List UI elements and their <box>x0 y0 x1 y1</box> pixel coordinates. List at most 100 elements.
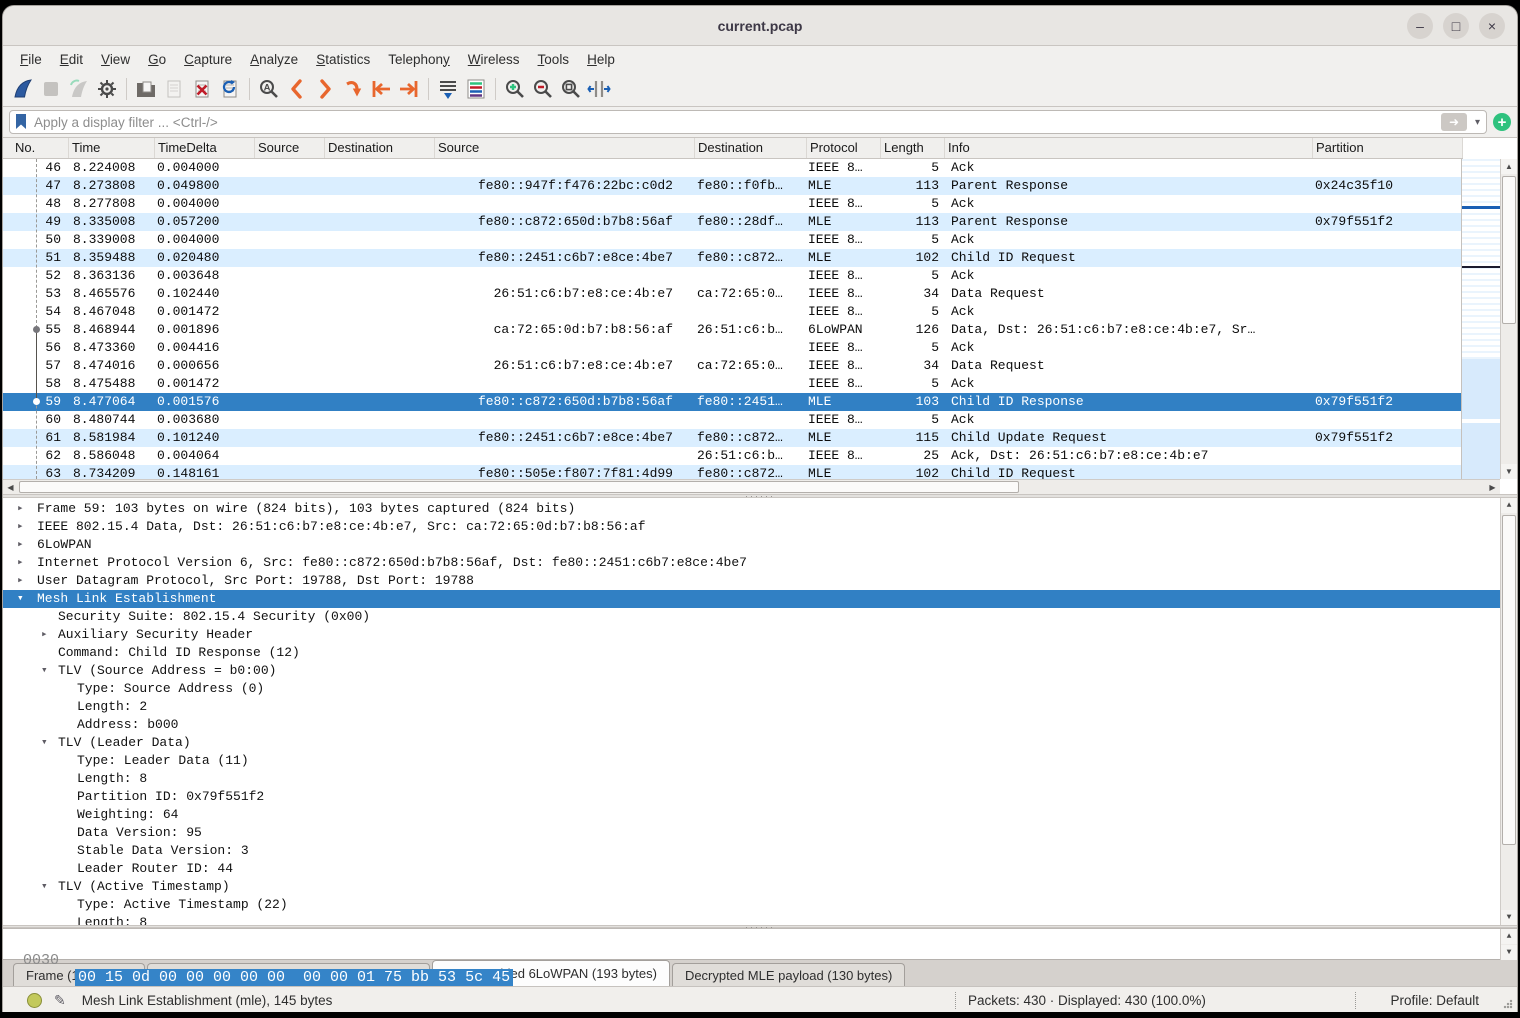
tree-row[interactable]: Weighting: 64 <box>3 806 1500 824</box>
tree-row[interactable]: Partition ID: 0x79f551f2 <box>3 788 1500 806</box>
tree-row[interactable]: ▸Internet Protocol Version 6, Src: fe80:… <box>3 554 1500 572</box>
tree-row[interactable]: ▸6LoWPAN <box>3 536 1500 554</box>
packet-row-57[interactable]: 578.4740160.00065626:51:c6:b7:e8:ce:4b:e… <box>3 357 1463 375</box>
expanded-arrow-icon[interactable]: ▾ <box>41 662 48 680</box>
menu-item-capture[interactable]: Capture <box>175 49 241 70</box>
column-header-time-1[interactable]: Time <box>69 138 155 158</box>
filter-add-button[interactable]: + <box>1493 113 1511 131</box>
menu-item-file[interactable]: File <box>11 49 51 70</box>
capture-start-button[interactable] <box>9 75 37 103</box>
tree-row[interactable]: ▾Mesh Link Establishment <box>3 590 1500 608</box>
expanded-arrow-icon[interactable]: ▾ <box>17 590 24 608</box>
expert-info-icon[interactable] <box>27 993 42 1008</box>
scroll-up-icon[interactable]: ▲ <box>1501 929 1517 944</box>
tree-row[interactable]: Security Suite: 802.15.4 Security (0x00) <box>3 608 1500 626</box>
display-filter-input[interactable] <box>34 115 1435 130</box>
packet-row-62[interactable]: 628.5860480.00406426:51:c6:b…IEEE 8…25Ac… <box>3 447 1463 465</box>
tree-row[interactable]: Type: Leader Data (11) <box>3 752 1500 770</box>
packet-row-58[interactable]: 588.4754880.001472IEEE 8…5Ack <box>3 375 1463 393</box>
file-close-button[interactable] <box>188 75 216 103</box>
scroll-right-icon[interactable]: ▶ <box>1485 480 1500 494</box>
packet-row-47[interactable]: 478.2738080.049800fe80::947f:f476:22bc:c… <box>3 177 1463 195</box>
packet-minimap[interactable] <box>1461 159 1500 479</box>
packet-row-55[interactable]: 558.4689440.001896ca:72:65:0d:b7:b8:56:a… <box>3 321 1463 339</box>
menu-item-wireless[interactable]: Wireless <box>459 49 529 70</box>
tree-row[interactable]: Stable Data Version: 3 <box>3 842 1500 860</box>
close-button[interactable]: × <box>1479 13 1505 39</box>
file-save-button[interactable] <box>160 75 188 103</box>
menu-item-telephony[interactable]: Telephony <box>379 49 459 70</box>
collapsed-arrow-icon[interactable]: ▸ <box>17 536 24 554</box>
column-header-length-8[interactable]: Length <box>881 138 945 158</box>
column-header-destination-4[interactable]: Destination <box>325 138 435 158</box>
tree-row[interactable]: Command: Child ID Response (12) <box>3 644 1500 662</box>
menu-item-tools[interactable]: Tools <box>529 49 579 70</box>
status-profile[interactable]: Profile: Default <box>1390 993 1479 1008</box>
filter-apply-button[interactable]: ➜ <box>1441 113 1467 131</box>
collapsed-arrow-icon[interactable]: ▸ <box>17 518 24 536</box>
tree-row[interactable]: Length: 2 <box>3 698 1500 716</box>
column-header-destination-6[interactable]: Destination <box>695 138 807 158</box>
capture-stop-button[interactable] <box>37 75 65 103</box>
column-header-protocol-7[interactable]: Protocol <box>807 138 881 158</box>
tree-row[interactable]: Leader Router ID: 44 <box>3 860 1500 878</box>
packet-row-52[interactable]: 528.3631360.003648IEEE 8…5Ack <box>3 267 1463 285</box>
hex-bytes-selected[interactable]: 00 15 0d 00 00 00 00 00 00 00 01 75 bb 5… <box>75 969 513 986</box>
scroll-left-icon[interactable]: ◀ <box>3 480 18 494</box>
capture-comment-icon[interactable]: ✎ <box>54 992 66 1009</box>
column-header-timedelta-2[interactable]: TimeDelta <box>155 138 255 158</box>
resize-grip[interactable] <box>1503 999 1513 1009</box>
packet-row-56[interactable]: 568.4733600.004416IEEE 8…5Ack <box>3 339 1463 357</box>
go-back-button[interactable] <box>283 75 311 103</box>
menu-item-edit[interactable]: Edit <box>51 49 92 70</box>
tree-row[interactable]: Data Version: 95 <box>3 824 1500 842</box>
expanded-arrow-icon[interactable]: ▾ <box>41 734 48 752</box>
details-vscroll-thumb[interactable] <box>1502 515 1516 845</box>
packet-row-51[interactable]: 518.3594880.020480fe80::2451:c6b7:e8ce:4… <box>3 249 1463 267</box>
bytes-vscrollbar[interactable]: ▲ ▼ <box>1500 929 1517 960</box>
menu-item-statistics[interactable]: Statistics <box>307 49 379 70</box>
packet-list-hscroll-thumb[interactable] <box>19 481 1019 493</box>
packet-row-54[interactable]: 548.4670480.001472IEEE 8…5Ack <box>3 303 1463 321</box>
go-last-button[interactable] <box>395 75 423 103</box>
tree-row[interactable]: ▸Auxiliary Security Header <box>3 626 1500 644</box>
go-to-packet-button[interactable] <box>339 75 367 103</box>
capture-restart-button[interactable] <box>65 75 93 103</box>
column-header-source-5[interactable]: Source <box>435 138 695 158</box>
packet-row-61[interactable]: 618.5819840.101240fe80::2451:c6b7:e8ce:4… <box>3 429 1463 447</box>
bookmark-icon[interactable] <box>14 113 28 131</box>
tree-row[interactable]: Address: b000 <box>3 716 1500 734</box>
capture-options-button[interactable] <box>93 75 121 103</box>
packet-row-48[interactable]: 488.2778080.004000IEEE 8…5Ack <box>3 195 1463 213</box>
tree-row[interactable]: ▸Frame 59: 103 bytes on wire (824 bits),… <box>3 500 1500 518</box>
zoom-out-button[interactable] <box>529 75 557 103</box>
packet-row-60[interactable]: 608.4807440.003680IEEE 8…5Ack <box>3 411 1463 429</box>
byte-tab-3[interactable]: Decrypted MLE payload (130 bytes) <box>672 963 905 986</box>
collapsed-arrow-icon[interactable]: ▸ <box>41 626 48 644</box>
file-reload-button[interactable] <box>216 75 244 103</box>
tree-row[interactable]: ▾TLV (Leader Data) <box>3 734 1500 752</box>
column-header-partition-10[interactable]: Partition <box>1313 138 1463 158</box>
packet-row-46[interactable]: 468.2240080.004000IEEE 8…5Ack <box>3 159 1463 177</box>
packet-row-59[interactable]: 598.4770640.001576fe80::c872:650d:b7b8:5… <box>3 393 1463 411</box>
packet-row-49[interactable]: 498.3350080.057200fe80::c872:650d:b7b8:5… <box>3 213 1463 231</box>
go-first-button[interactable] <box>367 75 395 103</box>
scroll-down-icon[interactable]: ▼ <box>1501 945 1517 960</box>
packet-row-63[interactable]: 638.7342090.148161fe80::505e:f807:7f81:4… <box>3 465 1463 479</box>
scroll-down-icon[interactable]: ▼ <box>1501 464 1517 479</box>
collapsed-arrow-icon[interactable]: ▸ <box>17 572 24 590</box>
scroll-down-icon[interactable]: ▼ <box>1501 910 1517 925</box>
column-header-no-0[interactable]: No. <box>3 138 69 158</box>
packet-list-vscrollbar[interactable]: ▲ ▼ <box>1500 159 1517 479</box>
scroll-up-icon[interactable]: ▲ <box>1501 159 1517 174</box>
tree-row[interactable]: Type: Active Timestamp (22) <box>3 896 1500 914</box>
auto-scroll-button[interactable] <box>434 75 462 103</box>
display-filter-box[interactable]: ➜ ▾ <box>9 110 1487 134</box>
collapsed-arrow-icon[interactable]: ▸ <box>17 554 24 572</box>
go-forward-button[interactable] <box>311 75 339 103</box>
minimize-button[interactable]: – <box>1407 13 1433 39</box>
maximize-button[interactable]: □ <box>1443 13 1469 39</box>
scroll-up-icon[interactable]: ▲ <box>1501 498 1517 513</box>
file-open-button[interactable] <box>132 75 160 103</box>
filter-history-caret-icon[interactable]: ▾ <box>1473 117 1482 128</box>
